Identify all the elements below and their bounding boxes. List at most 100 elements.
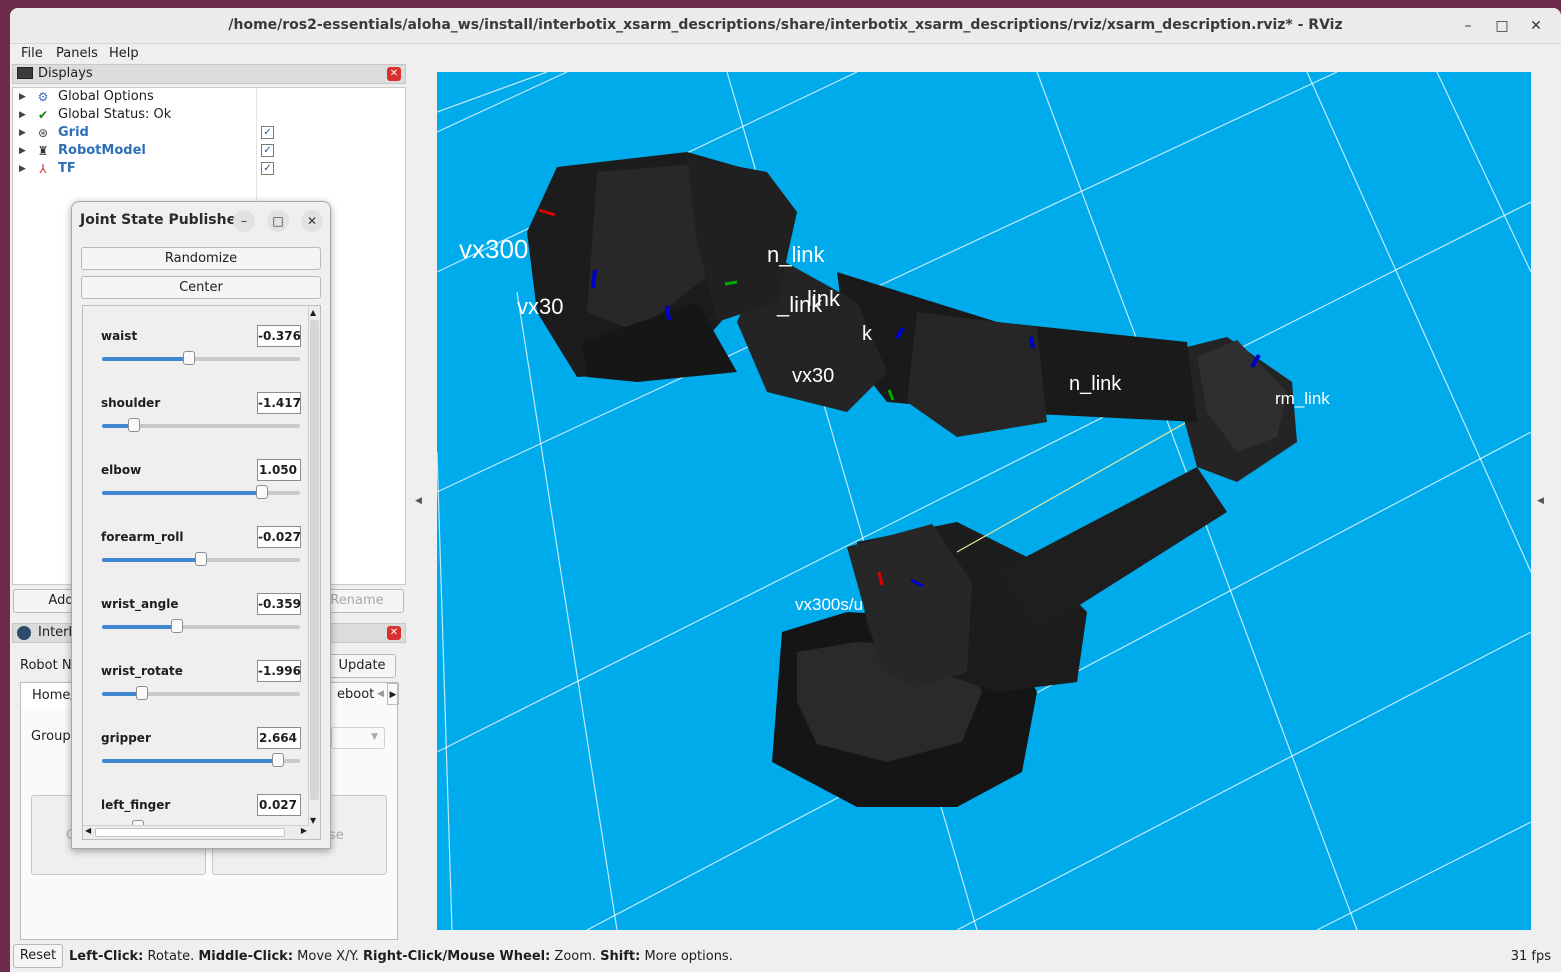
hint-text: Rotate.: [143, 949, 199, 964]
expand-arrow-icon[interactable]: ▶: [19, 124, 26, 142]
tab-reboot[interactable]: eboot: [337, 687, 374, 702]
menu-bar: File Panels Help: [10, 44, 1561, 64]
randomize-button[interactable]: Randomize: [81, 247, 321, 270]
hscroll-thumb[interactable]: [95, 828, 285, 837]
joint-label-gripper: gripper: [101, 731, 151, 745]
tree-item-global-status[interactable]: ▶ ✔ Global Status: Ok: [13, 106, 405, 124]
fps-counter: 31 fps: [1510, 949, 1551, 964]
gear-icon: ⚙: [37, 90, 49, 104]
joint-label-forearm-roll: forearm_roll: [101, 530, 184, 544]
joint-value-shoulder[interactable]: -1.417: [257, 392, 301, 414]
displays-panel-header: Displays ✕: [12, 64, 406, 84]
checkmark-icon: ✔: [37, 108, 49, 122]
slider-fill: [102, 491, 263, 495]
scroll-right-icon[interactable]: ▶: [301, 826, 307, 835]
close-icon[interactable]: ✕: [387, 626, 401, 640]
slider-handle[interactable]: [256, 485, 269, 499]
scroll-left-icon[interactable]: ◀: [85, 826, 91, 835]
joint-slider-forearm-roll[interactable]: [102, 552, 300, 566]
joint-slider-wrist-rotate[interactable]: [102, 686, 300, 700]
jsp-minimize-button[interactable]: –: [233, 210, 255, 232]
joint-value-left-finger[interactable]: 0.027: [257, 794, 301, 816]
joint-value-wrist-angle[interactable]: -0.359: [257, 593, 301, 615]
joint-slider-waist[interactable]: [102, 351, 300, 365]
minimize-button[interactable]: –: [1456, 15, 1480, 37]
tree-item-label: RobotModel: [58, 143, 146, 158]
monitor-icon: [17, 67, 33, 79]
joint-value-elbow[interactable]: 1.050: [257, 459, 301, 481]
vertical-scrollbar[interactable]: ▲ ▼: [308, 306, 320, 839]
center-button[interactable]: Center: [81, 276, 321, 299]
group-label: Group: [31, 729, 71, 744]
jsp-close-button[interactable]: ✕: [301, 210, 323, 232]
slider-handle[interactable]: [195, 552, 207, 566]
update-button[interactable]: Update: [328, 654, 396, 678]
frame-label: n_link: [767, 242, 825, 267]
grid-icon: ⊛: [37, 126, 49, 140]
jsp-maximize-button[interactable]: □: [267, 210, 289, 232]
joint-slider-wrist-angle[interactable]: [102, 619, 300, 633]
hint-text: Zoom.: [550, 949, 601, 964]
expand-arrow-icon[interactable]: ▶: [19, 106, 26, 124]
joint-state-publisher-dialog: Joint State Publisher – □ ✕ Randomize Ce…: [71, 201, 331, 849]
reset-button[interactable]: Reset: [13, 944, 63, 968]
hint-key: Left-Click:: [69, 949, 144, 964]
tree-item-label: TF: [58, 161, 76, 176]
slider-handle[interactable]: [272, 753, 285, 767]
window-title: /home/ros2-essentials/aloha_ws/install/i…: [228, 17, 1343, 33]
robot-model: [527, 152, 1297, 807]
close-button[interactable]: ✕: [1524, 15, 1548, 37]
expand-arrow-icon[interactable]: ▶: [19, 142, 26, 160]
slider-handle[interactable]: [183, 351, 196, 365]
frame-label: vx30: [517, 294, 563, 319]
scroll-up-icon[interactable]: ▲: [310, 308, 316, 317]
expand-arrow-icon[interactable]: ▶: [19, 88, 26, 106]
group-dropdown[interactable]: ▼: [331, 727, 385, 749]
hint-text: More options.: [640, 949, 733, 964]
horizontal-scrollbar[interactable]: ◀ ▶: [83, 825, 309, 839]
tf-checkbox[interactable]: ✓: [261, 162, 274, 175]
frame-label: vx300s/u: [795, 595, 863, 614]
tree-item-label: Grid: [58, 125, 89, 140]
scroll-down-icon[interactable]: ▼: [310, 816, 316, 825]
slider-handle[interactable]: [127, 418, 140, 432]
tree-item-robotmodel[interactable]: ▶ ♜ RobotModel ✓: [13, 142, 405, 160]
robotmodel-checkbox[interactable]: ✓: [261, 144, 274, 157]
hint-key: Shift:: [600, 949, 641, 964]
expand-arrow-icon[interactable]: ▶: [19, 160, 26, 178]
close-icon[interactable]: ✕: [387, 67, 401, 81]
tab-scroll-right-icon[interactable]: ▶: [387, 683, 399, 705]
menu-panels[interactable]: Panels: [56, 46, 98, 61]
joint-label-elbow: elbow: [101, 463, 142, 477]
status-bar: Reset Left-Click: Rotate. Middle-Click: …: [10, 940, 1561, 972]
3d-viewport[interactable]: vx300 vx30 n_link k vx30 n_link rm_link …: [437, 72, 1531, 930]
axes-icon: ⅄: [39, 162, 47, 176]
scroll-thumb[interactable]: [310, 320, 319, 800]
joint-slider-shoulder[interactable]: [102, 418, 300, 432]
menu-file[interactable]: File: [21, 46, 43, 61]
title-bar: /home/ros2-essentials/aloha_ws/install/i…: [10, 8, 1561, 44]
displays-title: Displays: [38, 66, 93, 81]
joint-value-wrist-rotate[interactable]: -1.996: [257, 660, 301, 682]
joint-label-waist: waist: [101, 329, 138, 343]
tree-item-grid[interactable]: ▶ ⊛ Grid ✓: [13, 124, 405, 142]
slider-handle[interactable]: [135, 686, 148, 700]
joint-slider-gripper[interactable]: [102, 753, 300, 767]
right-collapse-arrow-icon[interactable]: ◀: [1537, 496, 1544, 506]
hint-key: Middle-Click:: [198, 949, 294, 964]
tree-item-global-options[interactable]: ▶ ⚙ Global Options: [13, 88, 405, 106]
maximize-button[interactable]: □: [1490, 15, 1514, 37]
slider-fill: [102, 357, 190, 361]
left-collapse-arrow-icon[interactable]: ◀: [415, 496, 422, 506]
grid-checkbox[interactable]: ✓: [261, 126, 274, 139]
joint-value-forearm-roll[interactable]: -0.027: [257, 526, 301, 548]
joint-value-gripper[interactable]: 2.664: [257, 727, 301, 749]
joint-value-waist[interactable]: -0.376: [257, 325, 301, 347]
slider-handle[interactable]: [171, 619, 184, 633]
menu-help[interactable]: Help: [109, 46, 139, 61]
joint-slider-elbow[interactable]: [102, 485, 300, 499]
tree-item-tf[interactable]: ▶ ⅄ TF ✓: [13, 160, 405, 178]
tab-scroll-left-icon[interactable]: ◀: [377, 683, 387, 705]
tree-item-label: Global Status: Ok: [58, 107, 172, 122]
slider-fill: [102, 625, 178, 629]
